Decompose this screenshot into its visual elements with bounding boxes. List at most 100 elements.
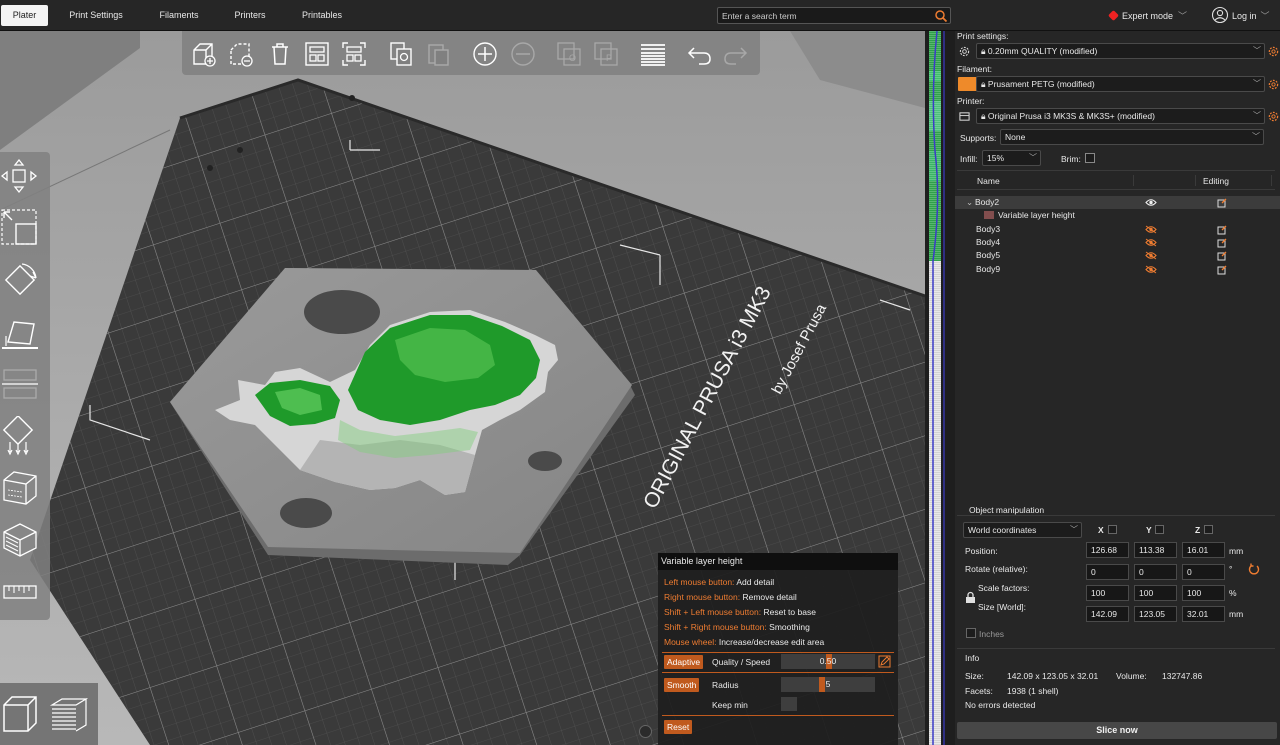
support-points-icon[interactable] — [0, 416, 42, 456]
position-z-input[interactable]: 16.01 — [1182, 542, 1225, 558]
column-editing-header[interactable]: Editing — [1203, 176, 1229, 186]
mmu-painting-icon[interactable] — [0, 520, 42, 560]
search-input[interactable] — [722, 9, 932, 22]
coordinate-system-combo[interactable]: World coordinates ﹀ — [963, 522, 1082, 538]
divider — [662, 715, 894, 716]
copy-icon[interactable] — [387, 40, 415, 68]
object-row-body2[interactable]: ⌄ Body2 — [955, 196, 1280, 209]
delete-all-icon[interactable] — [266, 40, 294, 68]
edit-settings-icon[interactable] — [1217, 225, 1227, 235]
size-x-input[interactable]: 142.09 — [1086, 606, 1129, 622]
scale-tool-icon[interactable] — [0, 208, 42, 248]
collapse-handle[interactable] — [639, 725, 652, 738]
cut-tool-icon[interactable] — [0, 364, 42, 404]
edit-settings-icon[interactable] — [1217, 198, 1227, 208]
add-object-icon[interactable] — [190, 40, 218, 68]
object-row-body3[interactable]: Body3 — [955, 223, 1280, 236]
place-on-face-icon[interactable] — [0, 312, 42, 352]
svg-text:O: O — [569, 53, 576, 63]
object-row-body4[interactable]: Body4 — [955, 236, 1280, 249]
edit-settings-icon[interactable] — [1217, 251, 1227, 261]
scale-z-input[interactable]: 100 — [1182, 585, 1225, 601]
size-y-input[interactable]: 123.05 — [1134, 606, 1177, 622]
radius-label: Radius — [712, 680, 739, 690]
login-button[interactable]: Log in ﹀ — [1211, 6, 1270, 24]
split-objects-icon[interactable]: O — [555, 40, 583, 68]
undo-icon[interactable] — [685, 40, 713, 68]
reset-button[interactable]: Reset — [664, 720, 693, 734]
tab-plater[interactable]: Plater — [1, 5, 48, 26]
rotate-tool-icon[interactable] — [0, 260, 42, 300]
supports-label: Supports: — [960, 133, 997, 143]
dialog-title: Variable layer height — [658, 553, 898, 570]
inches-checkbox[interactable] — [966, 628, 976, 638]
eye-hidden-icon[interactable] — [1145, 238, 1157, 247]
gear-icon[interactable] — [1268, 111, 1279, 122]
edit-settings-icon[interactable] — [1217, 265, 1227, 275]
supports-combo[interactable]: None ﹀ — [1000, 129, 1264, 145]
tab-filaments[interactable]: Filaments — [150, 5, 208, 26]
infill-combo[interactable]: 15% ﹀ — [982, 150, 1041, 166]
object-row-variable-layer-height[interactable]: Variable layer height — [955, 209, 1280, 222]
column-name-header[interactable]: Name — [977, 176, 1000, 186]
delete-object-icon[interactable] — [227, 40, 255, 68]
eye-hidden-icon[interactable] — [1145, 265, 1157, 274]
size-z-input[interactable]: 32.01 — [1182, 606, 1225, 622]
add-instance-icon[interactable] — [471, 40, 499, 68]
axis-y-label: Y — [1146, 525, 1152, 535]
paste-icon[interactable] — [424, 40, 452, 68]
rotate-y-input[interactable]: 0 — [1134, 564, 1177, 580]
measure-tool-icon[interactable] — [0, 572, 42, 612]
move-tool-icon[interactable] — [0, 156, 42, 196]
position-y-input[interactable]: 113.38 — [1134, 542, 1177, 558]
redo-icon[interactable] — [722, 40, 750, 68]
slice-now-button[interactable]: Slice now — [957, 722, 1277, 739]
chevron-down-icon[interactable]: ⌄ — [966, 196, 973, 209]
adaptive-button[interactable]: Adaptive — [664, 655, 704, 669]
filament-color-swatch[interactable] — [958, 77, 978, 91]
tab-print-settings[interactable]: Print Settings — [58, 5, 134, 26]
arrange-selection-icon[interactable] — [340, 40, 368, 68]
3d-view-icon[interactable] — [0, 691, 40, 735]
lock-icon: 🔒︎ — [981, 46, 986, 56]
info-size-value: 142.09 x 123.05 x 32.01 — [1007, 671, 1099, 681]
split-parts-icon[interactable]: P — [592, 40, 620, 68]
reset-rotation-icon[interactable] — [1248, 563, 1260, 575]
variable-layer-height-icon[interactable] — [639, 40, 667, 68]
object-row-body5[interactable]: Body5 — [955, 249, 1280, 262]
filament-combo[interactable]: 🔒︎ Prusament PETG (modified) ﹀ — [976, 76, 1265, 92]
lock-scale-icon[interactable] — [965, 591, 976, 604]
eye-icon[interactable] — [1145, 198, 1157, 207]
rotate-z-input[interactable]: 0 — [1182, 564, 1225, 580]
gear-icon[interactable] — [1268, 46, 1279, 57]
brim-checkbox[interactable] — [1085, 153, 1095, 163]
eye-hidden-icon[interactable] — [1145, 251, 1157, 260]
search-icon[interactable] — [934, 9, 948, 23]
smooth-button[interactable]: Smooth — [664, 678, 700, 692]
print-settings-combo[interactable]: 🔒︎ 0.20mm QUALITY (modified) ﹀ — [976, 43, 1265, 59]
arrange-icon[interactable] — [303, 40, 331, 68]
seam-painting-icon[interactable] — [0, 468, 42, 508]
printer-combo[interactable]: 🔒︎ Original Prusa i3 MK3S & MK3S+ (modif… — [976, 108, 1265, 124]
mode-selector[interactable]: Expert mode ﹀ — [1108, 9, 1187, 22]
tab-printers[interactable]: Printers — [225, 5, 275, 26]
quality-speed-slider[interactable]: 0.50 — [781, 654, 875, 669]
filament-label: Filament: — [957, 64, 992, 74]
object-row-body9[interactable]: Body9 — [955, 263, 1280, 276]
preview-view-icon[interactable] — [48, 691, 90, 735]
scale-x-input[interactable]: 100 — [1086, 585, 1129, 601]
edit-settings-icon[interactable] — [1217, 238, 1227, 248]
eye-hidden-icon[interactable] — [1145, 225, 1157, 234]
remove-instance-icon[interactable] — [509, 40, 537, 68]
gear-icon[interactable] — [1268, 79, 1279, 90]
layer-height-profile[interactable] — [925, 30, 955, 745]
position-x-input[interactable]: 126.68 — [1086, 542, 1129, 558]
slider-grip[interactable] — [819, 677, 825, 692]
keep-min-checkbox[interactable] — [781, 697, 797, 711]
tab-printables[interactable]: Printables — [293, 5, 351, 26]
edit-icon[interactable] — [878, 655, 891, 668]
hint-key: Shift + Left mouse button: — [664, 607, 762, 617]
radius-slider[interactable]: 5 — [781, 677, 875, 692]
rotate-x-input[interactable]: 0 — [1086, 564, 1129, 580]
scale-y-input[interactable]: 100 — [1134, 585, 1177, 601]
